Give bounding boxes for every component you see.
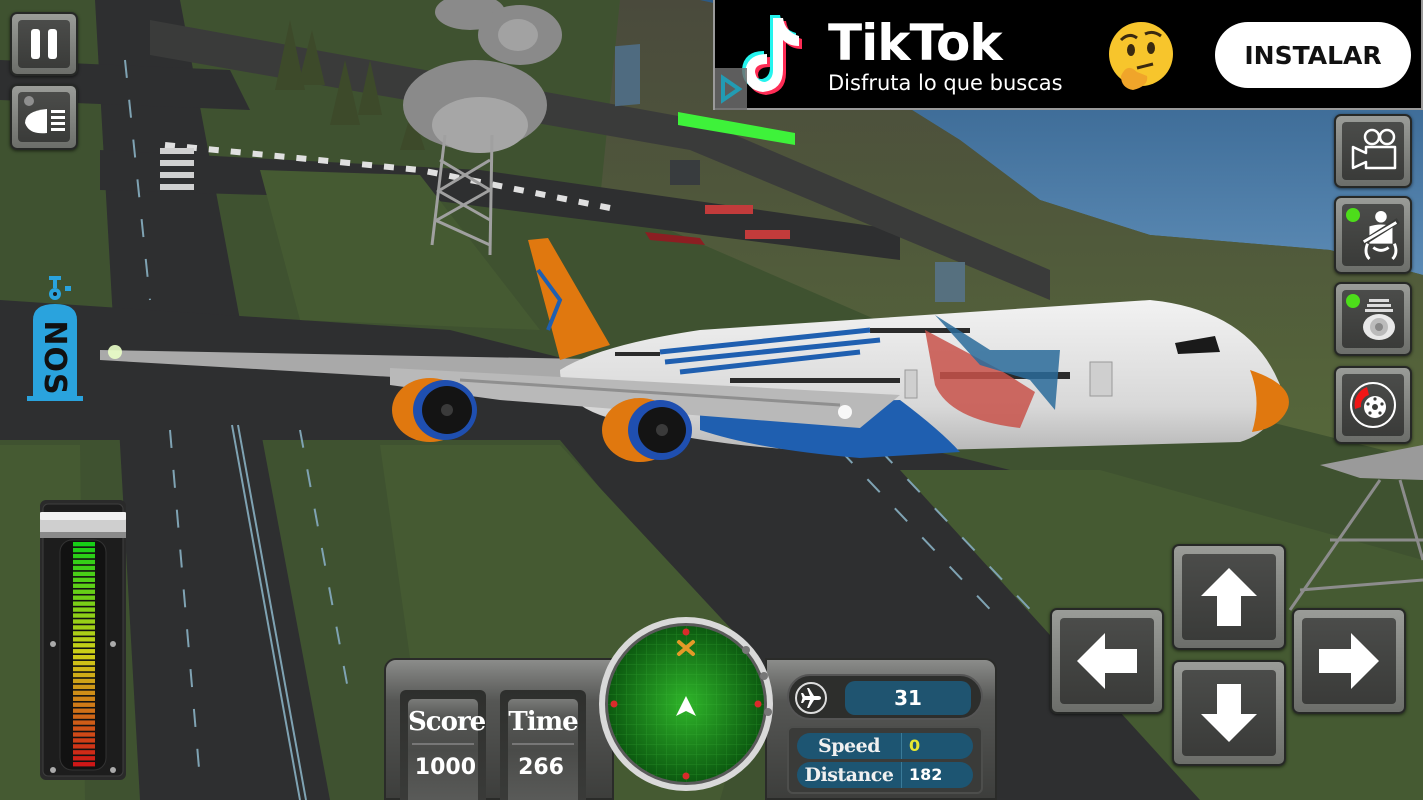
throttle-segment <box>73 744 95 749</box>
throttle-segment <box>73 720 95 725</box>
engine <box>602 398 692 462</box>
throttle-segment <box>73 595 95 600</box>
throttle-segment <box>73 637 95 642</box>
throttle-segment <box>73 660 95 666</box>
throttle-segment <box>73 702 95 707</box>
pitch-down-button[interactable] <box>1172 660 1286 766</box>
distance-value: 182 <box>909 765 943 784</box>
throttle-segment <box>73 756 95 761</box>
throttle-segment <box>73 577 95 583</box>
active-indicator <box>1346 294 1360 308</box>
throttle-segment <box>73 619 95 624</box>
throttle-segment <box>73 762 95 767</box>
landing-gear-button[interactable] <box>1334 282 1412 356</box>
score-value: 1000 <box>414 755 476 780</box>
altitude-value: 31 <box>845 681 971 715</box>
throttle-segment <box>73 750 95 755</box>
throttle-segment <box>73 571 95 577</box>
ad-banner[interactable]: TikTok Disfruta lo que buscas INSTALAR <box>713 0 1423 110</box>
throttle-handle[interactable] <box>40 512 126 538</box>
speed-distance-box: Speed 0 Distance 182 <box>787 726 983 794</box>
pause-button[interactable] <box>10 12 78 76</box>
altitude-display: 31 <box>787 674 983 720</box>
throttle-segment <box>73 690 95 696</box>
brake-button[interactable] <box>1334 366 1412 444</box>
arrow-right-icon <box>1319 633 1379 689</box>
install-button[interactable]: INSTALAR <box>1215 22 1411 88</box>
throttle-segment <box>73 601 95 606</box>
throttle-segment <box>73 708 95 713</box>
throttle-segment <box>73 684 95 690</box>
ad-tagline: Disfruta lo que buscas <box>828 71 1063 95</box>
turn-right-button[interactable] <box>1292 608 1406 714</box>
camera-button[interactable] <box>1334 114 1412 188</box>
thinking-face-icon <box>1109 22 1173 90</box>
pitch-up-button[interactable] <box>1172 544 1286 650</box>
ad-title: TikTok <box>828 14 1003 72</box>
speed-row: Speed 0 <box>797 733 973 759</box>
active-indicator <box>1346 208 1360 222</box>
score-card: Score 1000 <box>400 690 486 800</box>
pause-icon <box>31 29 57 59</box>
throttle-segment <box>73 696 95 701</box>
throttle-segment <box>73 732 95 737</box>
throttle-segment <box>73 726 95 731</box>
throttle-segment <box>73 666 95 672</box>
throttle-segment <box>73 553 95 559</box>
arrow-up-icon <box>1201 568 1257 626</box>
brake-disc-icon <box>1350 382 1396 428</box>
radar-minimap <box>599 617 773 791</box>
throttle-segment <box>73 649 95 654</box>
time-card: Time 266 <box>500 690 586 800</box>
throttle-segment <box>73 631 95 636</box>
landing-gear-icon <box>1363 299 1395 340</box>
video-camera-icon <box>1351 128 1397 170</box>
distance-label: Distance <box>804 764 894 786</box>
throttle-segment <box>73 613 95 618</box>
turn-left-button[interactable] <box>1050 608 1164 714</box>
flight-info-panel: 31 Speed 0 Distance 182 <box>765 658 997 800</box>
engine <box>392 378 477 442</box>
headlight-icon <box>24 96 65 134</box>
throttle-segment <box>73 714 95 719</box>
throttle-slider[interactable] <box>40 500 126 780</box>
throttle-segment <box>73 583 95 588</box>
arrow-left-icon <box>1077 633 1137 689</box>
throttle-segment <box>73 678 95 684</box>
nos-label: NOS <box>37 320 73 396</box>
score-time-panel: Score 1000 Time 266 <box>384 658 614 800</box>
score-label: Score <box>408 707 486 737</box>
nos-button[interactable]: NOS <box>25 272 87 402</box>
seatbelt-icon <box>1360 211 1400 261</box>
arrow-down-icon <box>1201 684 1257 742</box>
throttle-segment <box>73 565 95 571</box>
throttle-segment <box>73 655 95 660</box>
airplane-icon <box>795 682 827 714</box>
throttle-segment <box>73 559 95 565</box>
speed-value: 0 <box>909 736 921 755</box>
throttle-segment <box>73 625 95 630</box>
time-label: Time <box>508 707 578 737</box>
throttle-segment <box>73 542 95 547</box>
throttle-segment <box>73 547 95 553</box>
throttle-segment <box>73 672 95 678</box>
throttle-segment <box>73 589 95 594</box>
throttle-segment <box>73 607 95 612</box>
distance-row: Distance 182 <box>797 762 973 788</box>
speed-label: Speed <box>818 735 880 757</box>
adchoices-play-icon[interactable] <box>715 68 747 110</box>
time-value: 266 <box>518 755 564 780</box>
seatbelt-button[interactable] <box>1334 196 1412 274</box>
throttle-segment <box>73 643 95 648</box>
throttle-segment <box>73 738 95 743</box>
headlight-button[interactable] <box>10 84 78 150</box>
